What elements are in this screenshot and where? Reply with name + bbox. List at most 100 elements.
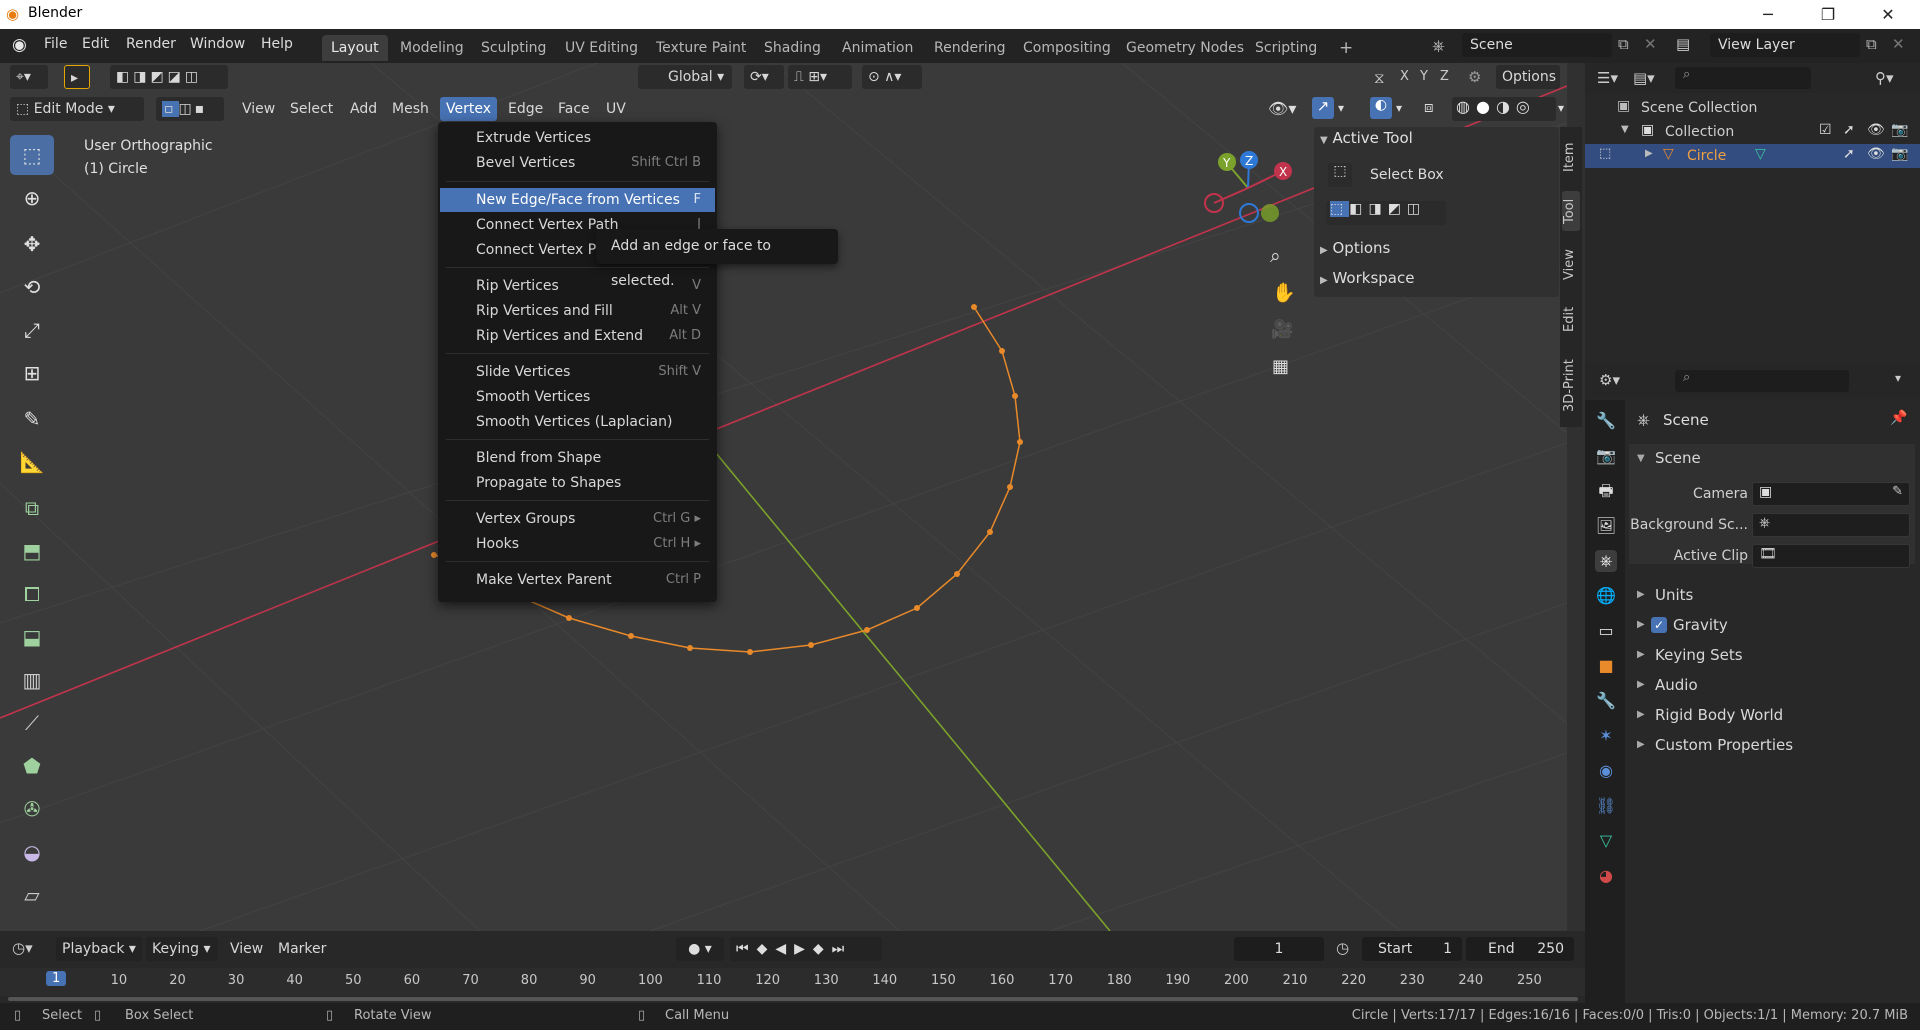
add-workspace-button[interactable]: + <box>1330 35 1362 61</box>
pan-hand-icon[interactable]: ✋ <box>1272 281 1296 304</box>
camera-field[interactable]: ▣ ✎ <box>1752 482 1910 506</box>
outliner-editor-type-icon[interactable]: ☰▾ <box>1597 69 1618 87</box>
mirror-icon[interactable]: ⧖ <box>1374 69 1385 87</box>
tab-3d-print[interactable]: 3D-Print <box>1562 351 1580 421</box>
properties-search-input[interactable]: ⌕ <box>1675 370 1849 392</box>
menu-file[interactable]: File <box>44 36 67 52</box>
scene-selector[interactable]: Scene <box>1462 33 1612 57</box>
proportional-edit-icon[interactable]: ⊙ ∧▾ <box>862 65 922 89</box>
close-window-button[interactable]: ✕ <box>1860 0 1916 29</box>
menu-edge[interactable]: Edge <box>502 97 549 121</box>
menu-item-rip-vertices-fill[interactable]: Rip Vertices and Fill Alt V <box>440 299 715 323</box>
options-dropdown[interactable]: Options ▾ <box>1496 65 1560 109</box>
background-scene-field[interactable]: ⎈ <box>1752 513 1910 537</box>
shading-dropdown-icon[interactable]: ▾ <box>1558 101 1564 115</box>
cursor-tool-icon[interactable]: ▸ <box>64 65 90 89</box>
blender-menu-icon[interactable]: ◉ <box>12 35 27 55</box>
rotate-tool-icon[interactable]: ⟲ <box>10 267 54 307</box>
overlays-toggle-icon[interactable]: ◐ <box>1370 97 1392 119</box>
menu-item-extrude-vertices[interactable]: Extrude Vertices <box>440 126 715 150</box>
menu-item-propagate-to-shapes[interactable]: Propagate to Shapes <box>440 471 715 495</box>
exclude-checkbox-icon[interactable]: ☑ <box>1819 122 1832 138</box>
timeline-marker-menu[interactable]: Marker <box>272 937 332 961</box>
filter-icon[interactable]: ⚲▾ <box>1875 69 1894 87</box>
menu-item-rip-vertices-extend[interactable]: Rip Vertices and Extend Alt D <box>440 324 715 348</box>
tab-animation[interactable]: Animation <box>833 35 922 61</box>
minimize-button[interactable]: ─ <box>1740 0 1796 29</box>
menu-select[interactable]: Select <box>284 97 339 121</box>
physics-properties-icon[interactable]: ◉ <box>1595 760 1617 782</box>
mesh-select-mode-buttons[interactable]: ▫ ◫▪ <box>156 97 224 121</box>
menu-view[interactable]: View <box>236 97 281 121</box>
menu-vertex[interactable]: Vertex <box>440 97 498 121</box>
auto-keying-toggle[interactable]: ● ▾ <box>676 937 724 961</box>
delete-view-layer-icon[interactable]: ✕ <box>1892 35 1905 53</box>
units-panel-header[interactable]: ▶ Units <box>1629 581 1915 609</box>
gizmo-dropdown-icon[interactable]: ▾ <box>1338 101 1344 115</box>
menu-item-hooks[interactable]: Hooks Ctrl H ▸ <box>440 532 715 556</box>
menu-face[interactable]: Face <box>552 97 596 121</box>
collection-properties-icon[interactable]: ▭ <box>1595 620 1617 642</box>
workspace-panel-header[interactable]: ▶ Workspace <box>1320 269 1554 293</box>
keying-sets-panel-header[interactable]: ▶ Keying Sets <box>1629 641 1915 669</box>
menu-item-smooth-laplacian[interactable]: Smooth Vertices (Laplacian) <box>440 410 715 434</box>
audio-panel-header[interactable]: ▶ Audio <box>1629 671 1915 699</box>
selectable-icon[interactable]: ➚ <box>1843 146 1855 162</box>
custom-properties-panel-header[interactable]: ▶ Custom Properties <box>1629 731 1915 759</box>
transform-orientation-dropdown[interactable]: Global ▾ <box>638 65 732 89</box>
overlays-dropdown-icon[interactable]: ▾ <box>1396 101 1402 115</box>
new-scene-icon[interactable]: ⧉ <box>1618 35 1629 53</box>
particles-properties-icon[interactable]: ✶ <box>1595 725 1617 747</box>
timeline-editor-type-icon[interactable]: ◷▾ <box>12 939 33 957</box>
active-tool-header[interactable]: ▼ Active Tool <box>1320 129 1554 153</box>
mirror-z-toggle[interactable]: Z <box>1440 69 1449 84</box>
shear-tool-icon[interactable]: ▱ <box>10 875 54 915</box>
pivot-point-icon[interactable]: ⟳▾ <box>744 65 784 89</box>
gravity-checkbox[interactable]: ✓ <box>1651 617 1667 633</box>
tab-layout[interactable]: Layout <box>322 35 388 61</box>
poly-build-tool-icon[interactable]: ⬟ <box>10 746 54 786</box>
new-view-layer-icon[interactable]: ⧉ <box>1866 35 1877 53</box>
zoom-icon[interactable]: ⌕ <box>1270 245 1281 267</box>
outliner-row-circle[interactable]: ⬚ ▶ ▽ Circle ▽ ➚ 👁 📷 <box>1585 144 1920 168</box>
modifier-properties-icon[interactable]: 🔧 <box>1595 690 1617 712</box>
menu-edit[interactable]: Edit <box>82 36 109 52</box>
render-camera-icon[interactable]: 📷 <box>1891 146 1908 162</box>
properties-editor-type-icon[interactable]: ⚙▾ <box>1599 371 1620 389</box>
shading-mode-buttons[interactable]: ◍●◑◎ <box>1452 97 1556 121</box>
outliner-row-scene-collection[interactable]: ▣ Scene Collection <box>1585 96 1920 120</box>
hide-viewport-eye-icon[interactable]: 👁 <box>1867 122 1885 138</box>
object-properties-icon[interactable]: ■ <box>1595 655 1617 677</box>
tab-modeling[interactable]: Modeling <box>391 35 473 61</box>
menu-item-make-vertex-parent[interactable]: Make Vertex Parent Ctrl P <box>440 568 715 592</box>
knife-tool-icon[interactable]: ⟋ <box>10 703 54 743</box>
selectable-icon[interactable]: ➚ <box>1843 122 1855 138</box>
expand-icon[interactable]: ▼ <box>1621 124 1629 135</box>
active-clip-field[interactable]: 🎞 <box>1752 544 1910 568</box>
camera-view-icon[interactable]: 🎥 <box>1271 319 1293 340</box>
timeline-scrollbar[interactable] <box>8 997 1578 1001</box>
gizmo-toggle-icon[interactable]: ↗ <box>1312 97 1334 119</box>
expand-icon[interactable]: ▶ <box>1645 148 1653 159</box>
menu-item-vertex-groups[interactable]: Vertex Groups Ctrl G ▸ <box>440 507 715 531</box>
delete-scene-icon[interactable]: ✕ <box>1644 35 1657 53</box>
scale-tool-icon[interactable]: ⤢ <box>10 310 54 350</box>
menu-item-smooth-vertices[interactable]: Smooth Vertices <box>440 385 715 409</box>
select-box-mode-buttons[interactable]: ⬚◧◨◩◫ <box>1326 201 1446 225</box>
cursor-tool-icon[interactable]: ⊕ <box>10 178 54 218</box>
add-cube-tool-icon[interactable]: ⧉ <box>10 488 54 528</box>
rigid-body-world-panel-header[interactable]: ▶ Rigid Body World <box>1629 701 1915 729</box>
end-frame-field[interactable]: End 250 <box>1466 937 1574 961</box>
inset-tool-icon[interactable]: ⧠ <box>10 574 54 614</box>
navigation-gizmo[interactable]: X Y Z <box>1204 151 1292 223</box>
smooth-tool-icon[interactable]: ◒ <box>10 832 54 872</box>
render-camera-icon[interactable]: 📷 <box>1891 122 1908 138</box>
editor-type-3d-icon[interactable]: ⌖▾ <box>10 65 48 89</box>
scene-properties-icon[interactable]: ⎈ <box>1595 550 1617 572</box>
mirror-x-toggle[interactable]: X <box>1400 69 1409 84</box>
playback-controls[interactable]: ⏮◆◀▶◆⏭ <box>730 937 882 961</box>
maximize-button[interactable]: ❐ <box>1800 0 1856 29</box>
hide-viewport-eye-icon[interactable]: 👁 <box>1867 146 1885 162</box>
tab-compositing[interactable]: Compositing <box>1014 35 1120 61</box>
menu-render[interactable]: Render <box>126 36 176 52</box>
